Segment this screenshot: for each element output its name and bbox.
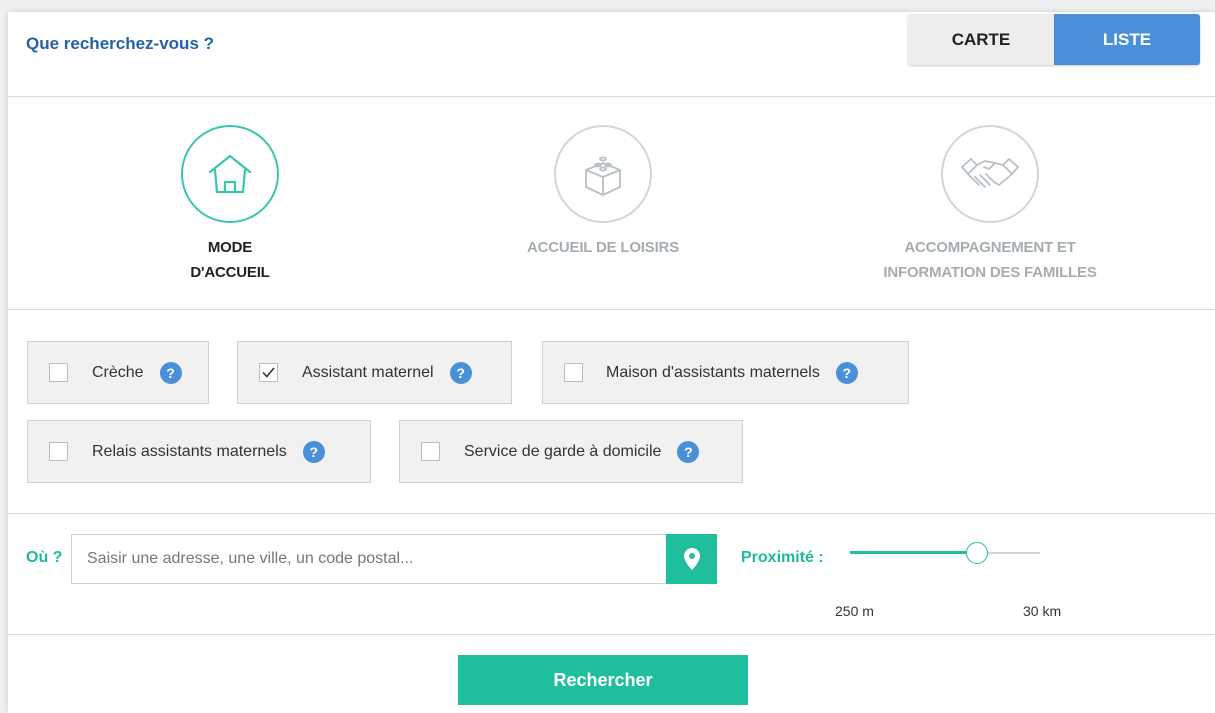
proximity-min-label: 250 m (835, 603, 874, 619)
map-pin-icon (683, 548, 700, 570)
view-toggle: CARTE LISTE (908, 14, 1200, 65)
checkbox[interactable] (49, 363, 68, 382)
filter-label: Maison d'assistants maternels (606, 363, 820, 381)
help-icon[interactable]: ? (302, 440, 325, 463)
category-label: MODE D'ACCUEIL (190, 239, 270, 281)
house-icon (208, 154, 252, 194)
filter-garde-domicile[interactable]: Service de garde à domicile ? (399, 420, 743, 483)
search-panel: Que recherchez-vous ? CARTE LISTE MODE D… (8, 12, 1215, 713)
filter-creche[interactable]: Crèche ? (27, 341, 209, 404)
toy-block-icon-circle (554, 125, 652, 223)
map-view-button[interactable]: CARTE (908, 14, 1054, 65)
care-type-filters: Crèche ? Assistant maternel ? Maison d'a… (8, 310, 1215, 514)
help-icon[interactable]: ? (677, 440, 700, 463)
help-icon[interactable]: ? (835, 361, 858, 384)
help-icon[interactable]: ? (159, 361, 182, 384)
house-icon-circle (181, 125, 279, 223)
address-input[interactable] (87, 550, 666, 568)
filter-relais-assistants[interactable]: Relais assistants maternels ? (27, 420, 371, 483)
locate-button[interactable] (666, 534, 717, 584)
location-label: Où ? (26, 549, 63, 566)
address-field[interactable] (71, 534, 667, 584)
filter-label: Relais assistants maternels (92, 442, 287, 460)
location-section: Où ? Proximité : 250 m 30 km (8, 514, 1215, 635)
checkbox[interactable] (421, 442, 440, 461)
search-button[interactable]: Rechercher (458, 655, 748, 705)
category-label: ACCOMPAGNEMENT ET INFORMATION DES FAMILL… (883, 239, 1097, 281)
filter-maison-assistants[interactable]: Maison d'assistants maternels ? (542, 341, 909, 404)
checkbox[interactable] (259, 363, 278, 382)
check-icon (262, 367, 275, 378)
handshake-icon-circle (941, 125, 1039, 223)
toy-block-icon (585, 156, 621, 196)
category-accompagnement[interactable]: ACCOMPAGNEMENT ET INFORMATION DES FAMILL… (850, 125, 1130, 285)
filter-label: Assistant maternel (302, 363, 434, 381)
filter-label: Service de garde à domicile (464, 442, 662, 460)
handshake-icon (961, 158, 1019, 188)
help-icon[interactable]: ? (449, 361, 472, 384)
filter-label: Crèche (92, 363, 144, 381)
checkbox[interactable] (564, 363, 583, 382)
proximity-slider-thumb[interactable] (966, 542, 989, 564)
proximity-max-label: 30 km (1023, 603, 1062, 619)
category-mode-accueil[interactable]: MODE D'ACCUEIL (170, 125, 290, 285)
proximity-label: Proximité : (741, 549, 824, 566)
header: Que recherchez-vous ? CARTE LISTE (8, 12, 1215, 97)
list-view-button[interactable]: LISTE (1054, 14, 1200, 65)
category-label: ACCUEIL DE LOISIRS (527, 239, 679, 256)
checkbox[interactable] (49, 442, 68, 461)
filter-assistant-maternel[interactable]: Assistant maternel ? (237, 341, 512, 404)
page-title: Que recherchez-vous ? (26, 34, 215, 53)
category-selector: MODE D'ACCUEIL ACCUEIL DE LOISIRS ACCOMP… (8, 97, 1215, 310)
proximity-slider-fill (850, 551, 978, 554)
category-accueil-loisirs[interactable]: ACCUEIL DE LOISIRS (492, 125, 714, 260)
